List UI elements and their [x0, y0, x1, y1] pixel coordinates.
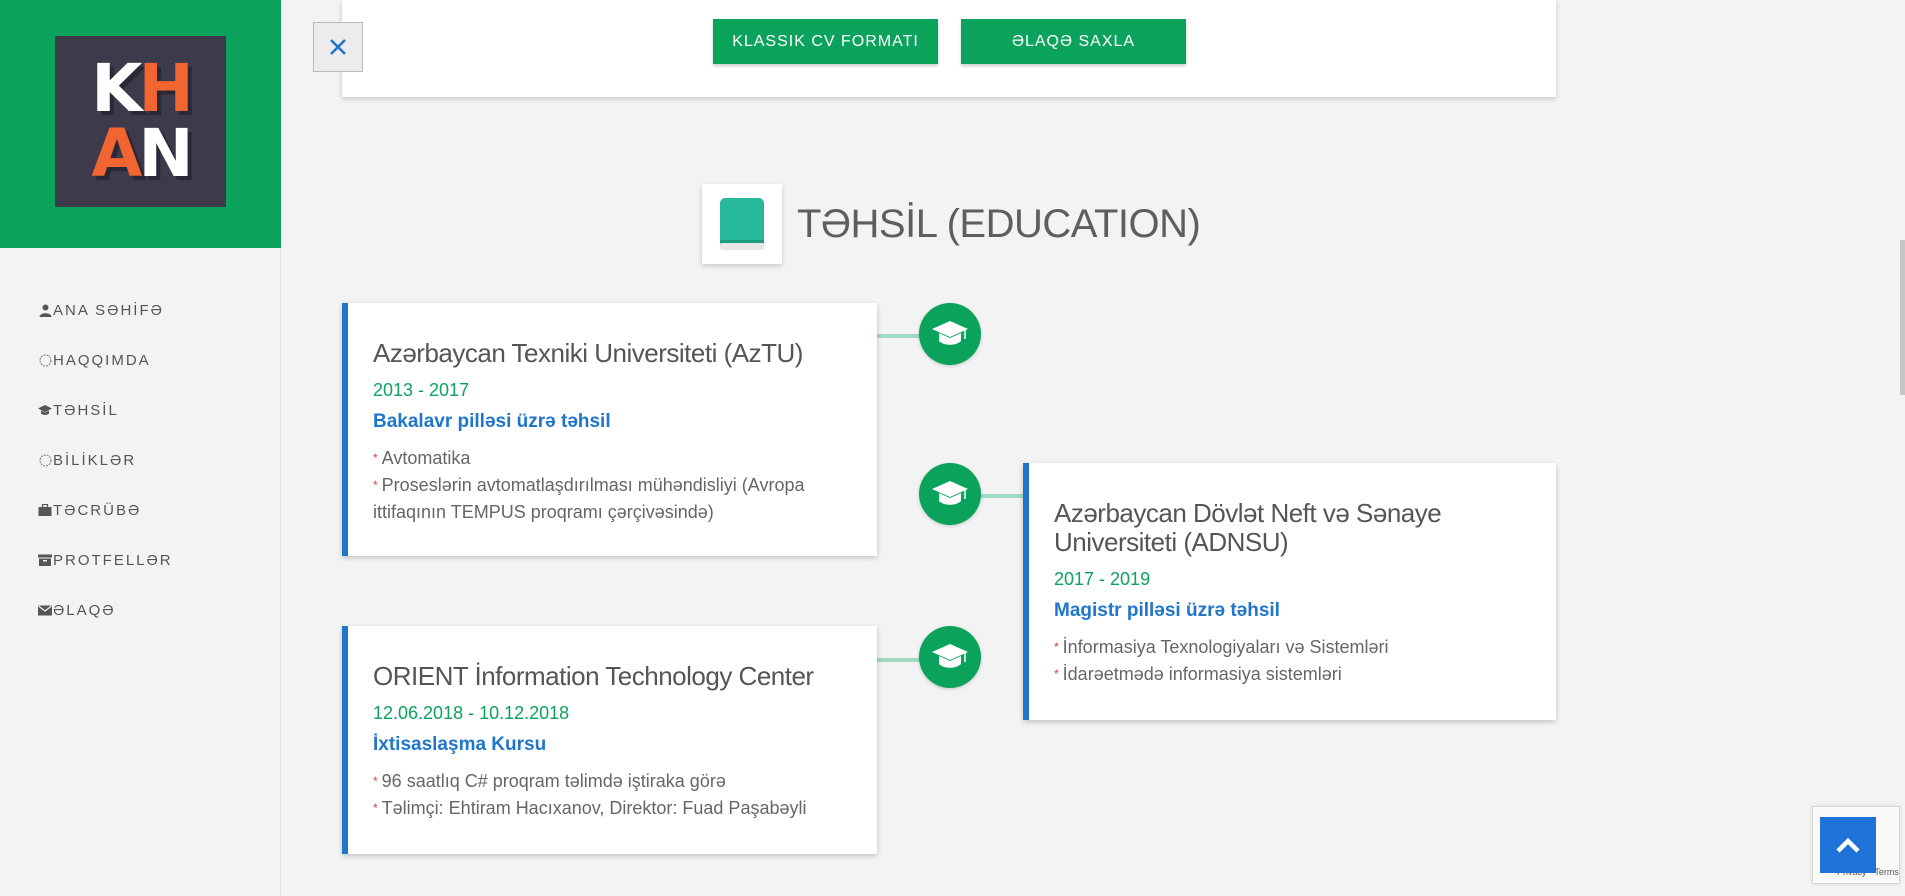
list-item-text: Təlimçi: Ehtiram Hacıxanov, Direktor: Fu…	[381, 798, 807, 818]
education-card-orient: ORIENT İnformation Technology Center 12.…	[342, 626, 877, 854]
logo-area: KH AN	[0, 0, 281, 248]
classic-cv-button[interactable]: KLASSIK CV FORMATI	[713, 19, 938, 64]
graduation-cap-icon	[932, 321, 968, 345]
card-degree: Bakalavr pilləsi üzrə təhsil	[373, 411, 611, 432]
close-icon	[330, 39, 346, 55]
list-item-text: İdarəetmədə informasiya sistemləri	[1062, 664, 1342, 684]
graduation-cap-icon	[932, 481, 968, 505]
book-icon	[720, 198, 764, 250]
envelope-icon	[38, 603, 52, 617]
list-item-text: Proseslərin avtomatlaşdırılması mühəndis…	[373, 475, 805, 522]
sidebar-item-label: HAQQIMDA	[53, 351, 151, 369]
briefcase-icon	[38, 503, 52, 517]
list-item: * İdarəetmədə informasiya sistemləri	[1054, 664, 1342, 684]
circle-icon	[38, 453, 52, 467]
timeline-connector	[877, 658, 921, 662]
list-item-text: İnformasiya Texnologiyaları və Sistemlər…	[1062, 637, 1389, 657]
sidebar-item-about[interactable]: HAQQIMDA	[38, 335, 173, 385]
card-list: * 96 saatlıq C# proqram təlimdə iştiraka …	[373, 768, 852, 822]
education-card-aztu: Azərbaycan Texniki Universiteti (AzTU) 2…	[342, 303, 877, 556]
sidebar-item-skills[interactable]: BİLİKLƏR	[38, 435, 173, 485]
logo[interactable]: KH AN	[55, 36, 226, 207]
user-icon	[38, 303, 52, 317]
list-item-text: Avtomatika	[381, 448, 471, 468]
close-button[interactable]	[313, 22, 363, 72]
sidebar-item-label: TƏCRÜBƏ	[53, 501, 142, 519]
sidebar-item-label: PROTFELLƏR	[53, 551, 173, 569]
timeline-dot	[919, 303, 981, 365]
sidebar-item-label: ANA SƏHİFƏ	[53, 301, 164, 319]
card-degree: Magistr pilləsi üzrə təhsil	[1054, 600, 1280, 621]
scrollbar-thumb[interactable]	[1900, 240, 1905, 395]
scroll-to-top-button[interactable]	[1820, 817, 1876, 873]
timeline-connector	[877, 334, 921, 338]
sidebar-item-contact[interactable]: ƏLAQƏ	[38, 585, 173, 635]
logo-letter: A	[91, 115, 142, 192]
card-years: 2013 - 2017	[373, 380, 470, 400]
chevron-up-icon	[1836, 837, 1860, 853]
list-item: * 96 saatlıq C# proqram təlimdə iştiraka …	[373, 771, 726, 791]
sidebar-item-education[interactable]: TƏHSİL	[38, 385, 173, 435]
logo-letter: N	[138, 115, 193, 192]
sidebar-item-label: TƏHSİL	[53, 401, 119, 419]
logo-row-2: AN	[55, 121, 226, 187]
archive-icon	[38, 553, 52, 567]
list-item: * İnformasiya Texnologiyaları və Sistemlə…	[1054, 637, 1389, 657]
sidebar-item-portfolio[interactable]: PROTFELLƏR	[38, 535, 173, 585]
card-title: Azərbaycan Dövlət Neft və Sənaye Univers…	[1054, 498, 1442, 557]
sidebar-item-home[interactable]: ANA SƏHİFƏ	[38, 285, 173, 335]
card-years: 2017 - 2019	[1054, 569, 1151, 589]
section-icon-box	[702, 184, 782, 264]
education-card-adnsu: Azərbaycan Dövlət Neft və Sənaye Univers…	[1023, 463, 1556, 720]
card-list: * İnformasiya Texnologiyaları və Sistemlə…	[1054, 634, 1531, 688]
sidebar-item-experience[interactable]: TƏCRÜBƏ	[38, 485, 173, 535]
timeline-dot	[919, 626, 981, 688]
timeline-dot	[919, 463, 981, 525]
sidebar: KH AN ANA SƏHİFƏ HAQQIMDA TƏHSİL BİLİKLƏ…	[0, 0, 281, 896]
sidebar-item-label: BİLİKLƏR	[53, 451, 137, 469]
card-title: Azərbaycan Texniki Universiteti (AzTU)	[373, 338, 803, 368]
list-item: * Təlimçi: Ehtiram Hacıxanov, Direktor: F…	[373, 798, 807, 818]
card-list: * Avtomatika * Proseslərin avtomatlaşdırıl…	[373, 445, 852, 526]
sidebar-nav: ANA SƏHİFƏ HAQQIMDA TƏHSİL BİLİKLƏR TƏCR…	[38, 285, 173, 635]
section-title: TƏHSİL (EDUCATION)	[797, 202, 1201, 246]
card-years: 12.06.2018 - 10.12.2018	[373, 703, 570, 723]
contact-button[interactable]: ƏLAQƏ SAXLA	[961, 19, 1186, 64]
graduation-cap-icon	[932, 644, 968, 668]
timeline-connector	[981, 494, 1023, 498]
sidebar-item-label: ƏLAQƏ	[53, 601, 116, 619]
card-degree: İxtisaslaşma Kursu	[373, 734, 547, 755]
list-item: * Avtomatika	[373, 448, 471, 468]
top-card: KLASSIK CV FORMATI ƏLAQƏ SAXLA	[342, 0, 1556, 97]
list-item-text: 96 saatlıq C# proqram təlimdə iştiraka g…	[381, 771, 726, 791]
card-title: ORIENT İnformation Technology Center	[373, 661, 814, 691]
circle-icon	[38, 353, 52, 367]
graduation-cap-icon	[38, 403, 52, 417]
logo-row-1: KH	[55, 56, 226, 122]
list-item: * Proseslərin avtomatlaşdırılması mühəndi…	[373, 475, 805, 522]
